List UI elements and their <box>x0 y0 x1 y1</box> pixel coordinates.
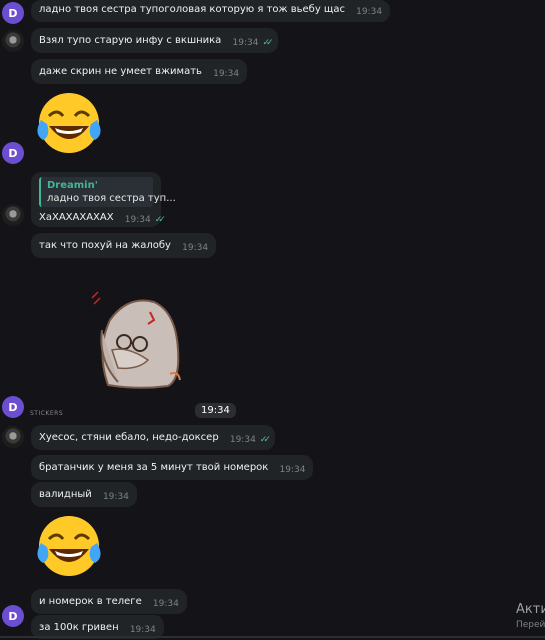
reply-author: Dreamin' <box>47 180 98 191</box>
avatar[interactable]: D <box>2 396 24 418</box>
reply-text: ладно твоя сестра туп... <box>47 193 176 204</box>
activation-watermark-sub: Перей <box>516 620 545 630</box>
message-bubble[interactable]: Dreamin' ладно твоя сестра туп... ХаХАХА… <box>31 172 176 227</box>
read-ticks-icon: ✓✓ <box>154 215 166 225</box>
avatar[interactable]: D <box>2 2 24 24</box>
sticker-time: 19:34 <box>195 403 236 418</box>
divider <box>0 636 545 638</box>
message-time: 19:34 <box>152 599 179 609</box>
message-time: 19:34 ✓✓ <box>124 215 166 225</box>
message-text: Хуесос, стяни ебало, недо-доксер <box>39 432 219 443</box>
message-bubble[interactable]: ладно твоя сестра тупоголовая которую я … <box>31 0 391 22</box>
read-ticks-icon: ✓✓ <box>262 38 273 48</box>
read-ticks-icon: ✓✓ <box>259 435 271 445</box>
message-text: и номерок в телеге <box>39 596 142 607</box>
avatar[interactable]: D <box>2 142 24 164</box>
activation-watermark: Акти <box>516 602 545 617</box>
stickers-label: STICKERS <box>30 410 64 417</box>
avatar[interactable] <box>2 30 24 52</box>
message-time: 19:34 <box>102 492 129 502</box>
message-text: валидный <box>39 489 92 500</box>
message-bubble[interactable]: даже скрин не умеет вжимать 19:34 <box>31 59 248 84</box>
message-bubble[interactable]: Взял тупо старую инфу с вкшника 19:34 ✓✓ <box>31 28 278 53</box>
message-bubble[interactable]: валидный 19:34 <box>31 482 137 507</box>
avatar[interactable] <box>2 204 24 226</box>
message-time: 19:34 <box>279 465 306 475</box>
tears-of-joy-emoji-icon <box>37 93 101 153</box>
message-text: ХаХАХАХАХАХ <box>39 212 114 223</box>
message-time: 19:34 <box>356 7 383 17</box>
message-text: так что похуй на жалобу <box>39 240 171 251</box>
message-text: Взял тупо старую инфу с вкшника <box>39 35 222 46</box>
message-time: 19:34 ✓✓ <box>232 38 274 48</box>
message-text: братанчик у меня за 5 минут твой номерок <box>39 462 269 473</box>
message-text: ладно твоя сестра тупоголовая которую я … <box>39 4 345 15</box>
message-bubble[interactable]: Хуесос, стяни ебало, недо-доксер 19:34 ✓✓ <box>31 425 275 450</box>
ghost-facepalm-sticker[interactable] <box>88 290 184 390</box>
reply-quote[interactable]: Dreamin' ладно твоя сестра туп... <box>39 177 176 207</box>
message-text: даже скрин не умеет вжимать <box>39 66 202 77</box>
avatar[interactable] <box>2 426 24 448</box>
message-text: за 100к гривен <box>39 622 119 633</box>
avatar[interactable]: D <box>2 605 24 627</box>
message-bubble[interactable]: и номерок в телеге 19:34 <box>31 589 187 614</box>
message-time: 19:34 ✓✓ <box>229 435 271 445</box>
message-bubble[interactable]: братанчик у меня за 5 минут твой номерок… <box>31 455 314 480</box>
message-time: 19:34 <box>129 625 156 635</box>
message-bubble[interactable]: так что похуй на жалобу 19:34 <box>31 233 217 258</box>
message-time: 19:34 <box>213 69 240 79</box>
tears-of-joy-emoji-icon <box>37 516 101 576</box>
message-time: 19:34 <box>182 243 209 253</box>
